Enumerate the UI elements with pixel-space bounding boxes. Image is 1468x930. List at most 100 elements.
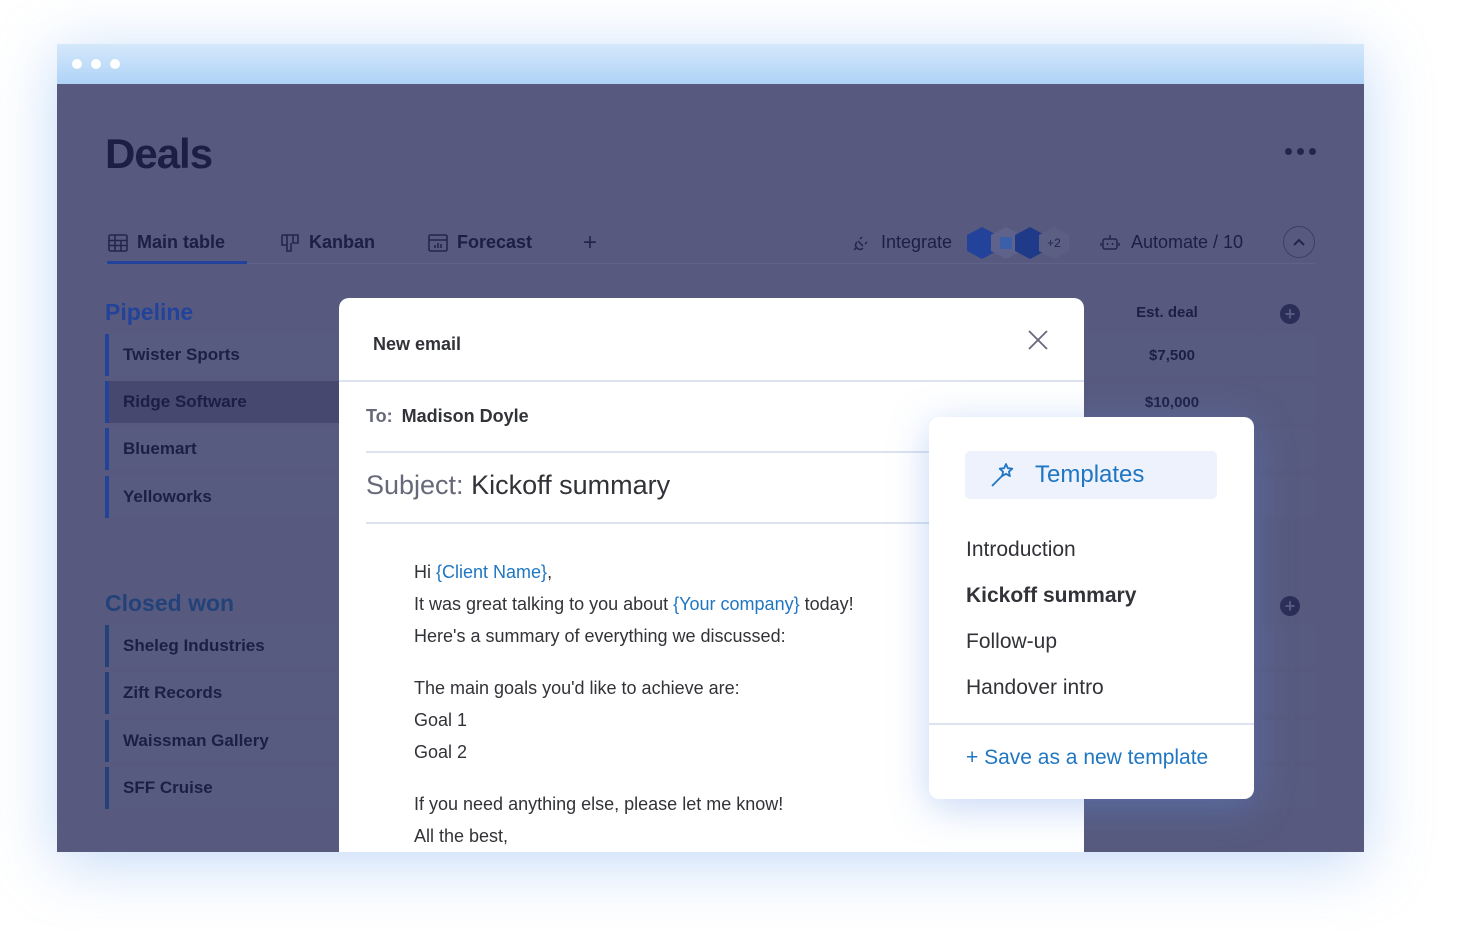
- more-dot: [1309, 148, 1316, 155]
- empty-cell[interactable]: [1260, 476, 1316, 518]
- magic-wand-icon: [991, 463, 1014, 487]
- body-line: All the best,: [414, 826, 509, 846]
- collapse-button[interactable]: [1283, 226, 1315, 258]
- body-line: Goal 1: [414, 710, 468, 730]
- plus-icon: +: [1284, 304, 1296, 324]
- subject-label: Subject:: [366, 470, 464, 500]
- tab-kanban[interactable]: Kanban: [279, 224, 375, 261]
- subject-value: Kickoff summary: [471, 470, 671, 500]
- row-name: Bluemart: [123, 439, 197, 458]
- save-as-template-button[interactable]: + Save as a new template: [966, 746, 1208, 770]
- template-item-introduction[interactable]: Introduction: [966, 527, 1136, 573]
- more-integrations-badge: +2: [1039, 227, 1069, 259]
- plus-icon: +: [1284, 596, 1296, 616]
- view-tabs: Main table Kanban Forecast + Integrate +…: [105, 224, 1315, 264]
- empty-cell[interactable]: [1260, 334, 1316, 376]
- empty-cell[interactable]: [1260, 672, 1316, 714]
- chart-icon: [428, 233, 448, 252]
- body-line: If you need anything else, please let me…: [414, 794, 784, 814]
- divider: [366, 451, 936, 453]
- table-icon: [108, 233, 128, 252]
- body-line: Goal 2: [414, 742, 468, 762]
- robot-icon: [1100, 234, 1120, 250]
- integrate-button[interactable]: Integrate: [851, 224, 952, 261]
- table-row[interactable]: Twister Sports: [105, 334, 345, 376]
- table-row[interactable]: Yelloworks: [105, 476, 345, 518]
- templates-list: Introduction Kickoff summary Follow-up H…: [966, 527, 1136, 711]
- kanban-icon: [281, 233, 299, 252]
- row-name: Ridge Software: [123, 392, 247, 411]
- cell-value: $10,000: [1144, 393, 1200, 411]
- templates-label: Templates: [1035, 461, 1145, 488]
- tab-label: Forecast: [457, 232, 533, 252]
- cell-value: $7,500: [1149, 346, 1195, 364]
- to-field[interactable]: To: Madison Doyle: [366, 406, 936, 427]
- row-name: Twister Sports: [123, 345, 240, 364]
- text: It was great talking to you about: [414, 594, 674, 614]
- template-item-follow-up[interactable]: Follow-up: [966, 619, 1136, 665]
- divider: [366, 522, 936, 524]
- email-title: New email: [373, 334, 462, 354]
- group-title-pipeline[interactable]: Pipeline: [105, 299, 193, 326]
- client-name-variable: {Client Name}: [436, 562, 548, 582]
- automate-button[interactable]: Automate / 10: [1099, 224, 1243, 261]
- body-line: The main goals you'd like to achieve are…: [414, 678, 740, 698]
- integrations-count: +2: [1047, 236, 1061, 250]
- text: ,: [547, 562, 553, 582]
- templates-menu: Templates Introduction Kickoff summary F…: [929, 417, 1254, 799]
- chevron-up-icon: [1293, 238, 1305, 246]
- company-variable: {Your company}: [673, 594, 800, 614]
- add-column-button[interactable]: +: [1280, 596, 1300, 616]
- close-icon[interactable]: [1026, 328, 1050, 352]
- more-horizontal-icon: [1285, 148, 1292, 155]
- divider: [929, 723, 1254, 725]
- body-line: Hi {Client Name},: [414, 556, 854, 588]
- more-options-button[interactable]: [1285, 148, 1316, 155]
- empty-cell[interactable]: [1260, 625, 1316, 667]
- empty-cell[interactable]: [1260, 767, 1316, 809]
- table-row[interactable]: Waissman Gallery: [105, 720, 345, 762]
- window-titlebar: [57, 44, 1364, 84]
- table-row[interactable]: Bluemart: [105, 428, 345, 470]
- subject-field[interactable]: Subject: Kickoff summary: [366, 470, 670, 501]
- table-row[interactable]: Zift Records: [105, 672, 345, 714]
- tab-forecast[interactable]: Forecast: [427, 224, 532, 261]
- empty-cell[interactable]: [1260, 428, 1316, 470]
- tab-main-table[interactable]: Main table: [107, 224, 247, 264]
- template-item-kickoff-summary[interactable]: Kickoff summary: [966, 573, 1136, 619]
- to-label: To:: [366, 406, 393, 426]
- window-control-dot[interactable]: [110, 59, 120, 69]
- empty-cell[interactable]: [1260, 720, 1316, 762]
- table-row[interactable]: SFF Cruise: [105, 767, 345, 809]
- email-header: New email: [339, 298, 1084, 382]
- page-title: Deals: [105, 130, 213, 177]
- automate-label: Automate / 10: [1131, 232, 1244, 252]
- integrate-label: Integrate: [881, 232, 953, 252]
- group-title-closed-won[interactable]: Closed won: [105, 590, 234, 617]
- table-row[interactable]: Ridge Software: [105, 381, 345, 423]
- templates-header[interactable]: Templates: [965, 451, 1217, 499]
- add-column-button[interactable]: +: [1280, 304, 1300, 324]
- row-name: Waissman Gallery: [123, 731, 269, 750]
- template-item-handover-intro[interactable]: Handover intro: [966, 665, 1136, 711]
- integrations-icons[interactable]: +2: [967, 227, 1077, 259]
- window-control-dot[interactable]: [91, 59, 101, 69]
- est-deal-cell[interactable]: $7,500: [1087, 334, 1257, 376]
- row-name: Zift Records: [123, 683, 223, 702]
- empty-cell[interactable]: [1260, 381, 1316, 423]
- to-value: Madison Doyle: [401, 406, 529, 426]
- row-name: Yelloworks: [123, 487, 212, 506]
- add-view-button[interactable]: +: [583, 224, 597, 261]
- text: Hi: [414, 562, 436, 582]
- body-line: It was great talking to you about {Your …: [414, 588, 854, 620]
- row-name: Sheleg Industries: [123, 636, 265, 655]
- row-name: SFF Cruise: [123, 778, 213, 797]
- column-header-est-deal[interactable]: Est. deal: [1117, 304, 1217, 321]
- window-control-dot[interactable]: [72, 59, 82, 69]
- body-line: Here's a summary of everything we discus…: [414, 626, 786, 646]
- tab-label: Main table: [137, 232, 226, 252]
- more-dot: [1297, 148, 1304, 155]
- table-row[interactable]: Sheleg Industries: [105, 625, 345, 667]
- text: today!: [799, 594, 854, 614]
- email-body[interactable]: Hi {Client Name}, It was great talking t…: [414, 556, 854, 852]
